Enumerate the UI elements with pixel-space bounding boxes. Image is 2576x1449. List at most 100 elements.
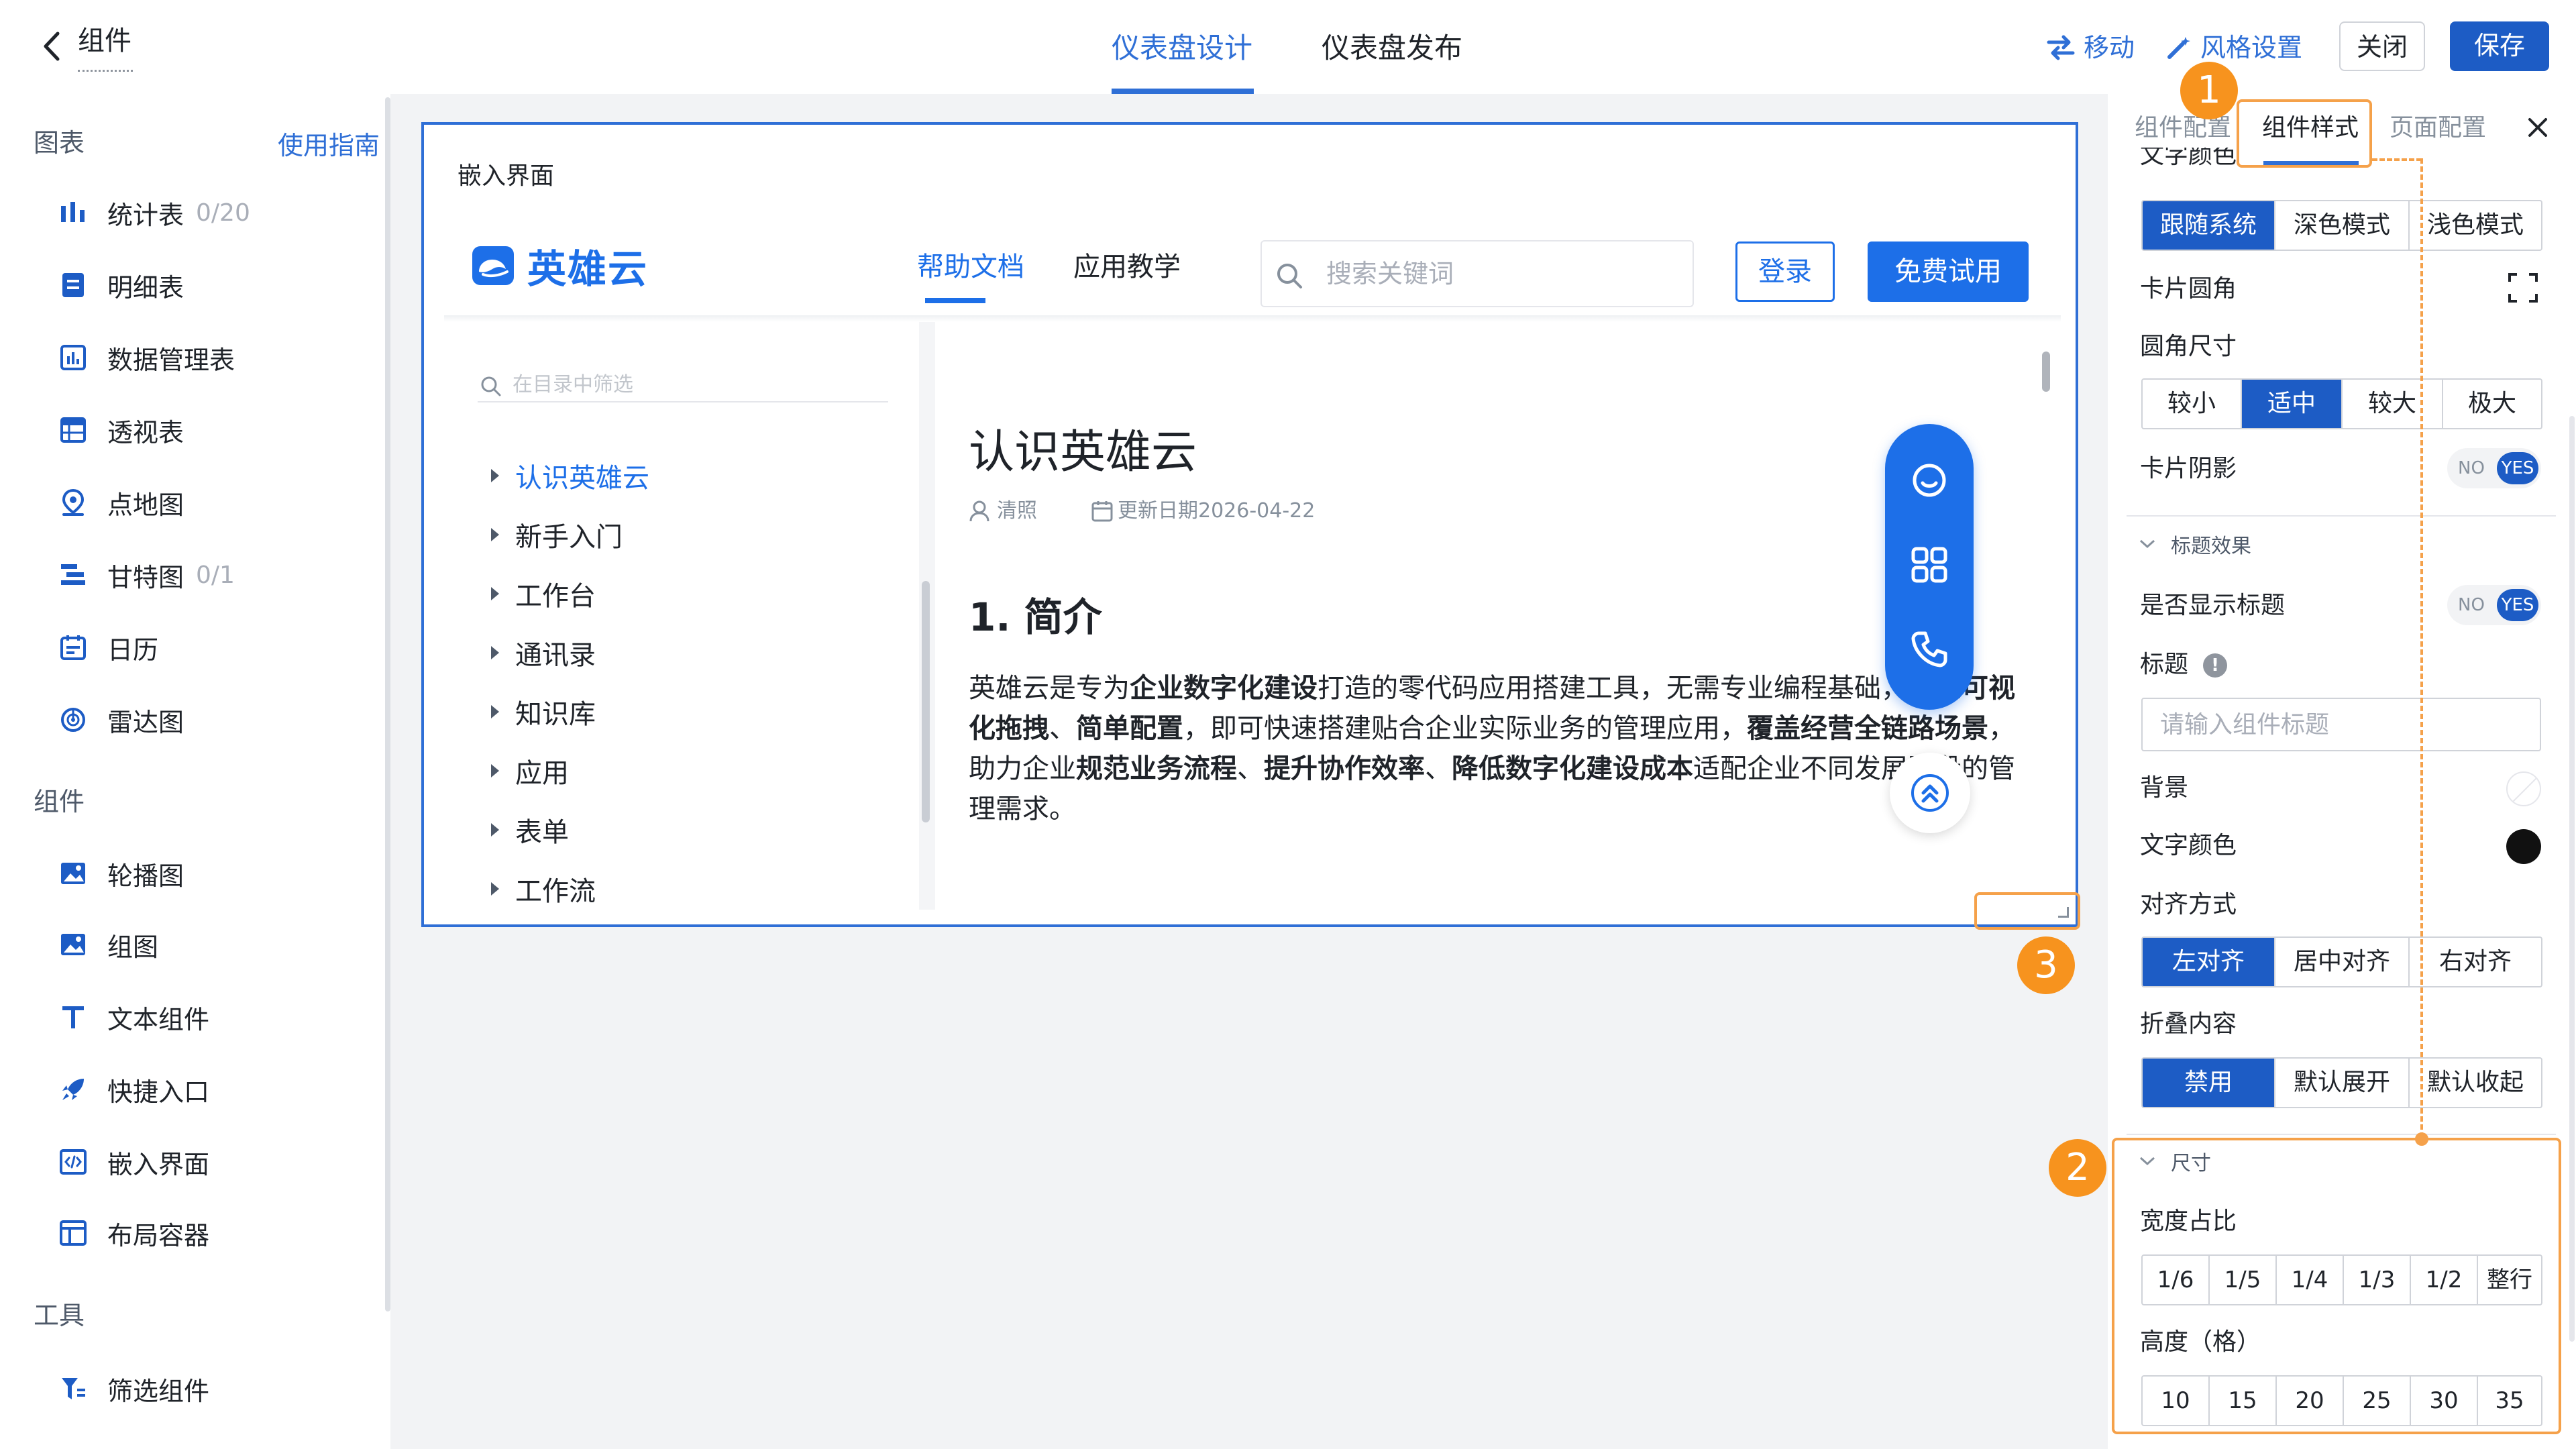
text-icon	[55, 999, 91, 1035]
option-light-mode[interactable]: 浅色模式	[2410, 201, 2541, 250]
back-to-top-button[interactable]	[1890, 753, 1970, 833]
option-fold-collapsed[interactable]: 默认收起	[2410, 1059, 2541, 1107]
sidebar-scrollbar[interactable]	[385, 97, 390, 1311]
sidebar-item-text[interactable]: 文本组件	[55, 997, 209, 1037]
info-icon[interactable]: !	[2203, 653, 2227, 678]
move-button[interactable]: 移动	[2046, 31, 2135, 64]
site-logo[interactable]: 英雄云	[471, 239, 648, 292]
embedded-website[interactable]: 英雄云 帮助文档 应用教学 搜索关键词 登录 免费试用 在目录中筛选 认识英雄云…	[444, 225, 2061, 910]
sidebar-item-label: 嵌入界面	[107, 1149, 210, 1179]
article-text-run: 覆盖	[1747, 713, 1801, 744]
back-chevron-icon[interactable]	[42, 31, 62, 62]
sidebar-item-radar[interactable]: 雷达图	[55, 700, 184, 740]
toc-item-label: 通讯录	[515, 640, 596, 671]
toggle-on-knob: YES	[2497, 589, 2538, 621]
show-title-toggle[interactable]: NO YES	[2447, 585, 2541, 625]
filter-icon	[55, 1371, 91, 1407]
sidebar-item-stat-table[interactable]: 统计表 0/20	[55, 193, 250, 233]
sidebar-item-detail-table[interactable]: 明细表	[55, 265, 184, 305]
annotation-box-style-tab	[2237, 99, 2372, 168]
card-shadow-toggle[interactable]: NO YES	[2447, 448, 2541, 488]
toc-item[interactable]: 应用	[491, 753, 569, 789]
title-label: 标题	[2140, 651, 2189, 678]
toc-item[interactable]: 工作流	[491, 871, 596, 907]
sidebar-item-carousel[interactable]: 轮播图	[55, 853, 184, 894]
option-radius-small[interactable]: 较小	[2143, 380, 2242, 428]
option-align-center[interactable]: 居中对齐	[2275, 938, 2410, 986]
option-fold-expanded[interactable]: 默认展开	[2275, 1059, 2410, 1107]
article-author: 清照	[969, 498, 1037, 525]
option-radius-large[interactable]: 较大	[2343, 380, 2443, 428]
article-text-run: 简单配置	[1076, 713, 1183, 744]
usage-count: 0/1	[196, 561, 235, 589]
sidebar-item-point-map[interactable]: 点地图	[55, 482, 184, 523]
toc-item[interactable]: 新手入门	[491, 517, 623, 553]
magic-wand-icon	[2167, 37, 2190, 59]
toc-item-label: 工作流	[515, 876, 596, 907]
style-settings-button[interactable]: 风格设置	[2165, 31, 2302, 64]
toc-filter-input[interactable]: 在目录中筛选	[478, 369, 888, 402]
toc-item-label: 工作台	[515, 581, 596, 612]
caret-right-icon	[491, 646, 499, 659]
sidebar-item-data-manage-table[interactable]: 数据管理表	[55, 337, 235, 378]
option-radius-xlarge[interactable]: 极大	[2443, 380, 2541, 428]
login-button[interactable]: 登录	[1735, 241, 1835, 302]
chat-bubble-icon[interactable]	[1909, 460, 1949, 500]
save-button[interactable]: 保存	[2450, 21, 2549, 71]
caret-right-icon	[491, 528, 499, 541]
sidebar-item-gantt[interactable]: 甘特图 0/1	[55, 555, 235, 595]
option-fold-disabled[interactable]: 禁用	[2143, 1059, 2275, 1107]
sidebar-item-image-group[interactable]: 组图	[55, 924, 158, 965]
option-align-left[interactable]: 左对齐	[2143, 938, 2275, 986]
usage-guide-link[interactable]: 使用指南	[278, 129, 380, 162]
annotation-box-resize	[1974, 892, 2080, 930]
site-nav-help-docs[interactable]: 帮助文档	[917, 250, 1024, 284]
sidebar-item-calendar[interactable]: 日历	[55, 627, 158, 667]
phone-icon[interactable]	[1909, 629, 1949, 669]
text-color-swatch[interactable]	[2506, 829, 2541, 864]
layout-container-icon	[55, 1215, 91, 1251]
option-align-right[interactable]: 右对齐	[2410, 938, 2541, 986]
gantt-icon	[55, 557, 91, 593]
card-radius-label: 卡片圆角	[2140, 275, 2237, 303]
toc-scrollbar[interactable]	[922, 581, 930, 822]
toc-item[interactable]: 工作台	[491, 576, 596, 612]
component-title-input[interactable]: 请输入组件标题	[2141, 698, 2541, 751]
tab-dashboard-publish[interactable]: 仪表盘发布	[1322, 30, 1462, 97]
site-search-input[interactable]: 搜索关键词	[1260, 240, 1694, 307]
title-effect-section[interactable]: 标题效果	[2139, 527, 2251, 561]
toc-item[interactable]: 认识英雄云	[491, 458, 649, 494]
sidebar-item-embed[interactable]: 嵌入界面	[55, 1142, 209, 1182]
article-updated: 更新日期2026-04-22	[1091, 498, 1315, 525]
close-icon[interactable]	[2524, 114, 2551, 141]
carousel-image-icon	[55, 855, 91, 892]
tab-dashboard-design[interactable]: 仪表盘设计	[1112, 30, 1252, 97]
search-placeholder: 搜索关键词	[1326, 259, 1454, 288]
option-follow-system[interactable]: 跟随系统	[2143, 201, 2275, 250]
section-divider	[2127, 515, 2556, 517]
article-scrollbar[interactable]	[2042, 352, 2050, 392]
article-text-run: 全链路场景	[1854, 713, 1988, 744]
option-dark-mode[interactable]: 深色模式	[2275, 201, 2410, 250]
panel-scrollbar[interactable]	[2569, 416, 2575, 1342]
background-color-swatch[interactable]	[2506, 771, 2541, 806]
fullscreen-icon[interactable]	[2508, 272, 2538, 303]
close-button[interactable]: 关闭	[2339, 21, 2425, 71]
toc-item[interactable]: 通讯录	[491, 635, 596, 671]
sidebar-item-shortcut[interactable]: 快捷入口	[55, 1069, 209, 1110]
site-nav-indicator	[925, 298, 985, 303]
toc-item[interactable]: 知识库	[491, 694, 596, 730]
apps-grid-icon[interactable]	[1909, 545, 1949, 585]
option-radius-medium[interactable]: 适中	[2242, 380, 2343, 428]
tab-page-config[interactable]: 页面配置	[2390, 111, 2486, 145]
radar-icon	[55, 702, 91, 738]
site-header-shadow	[444, 315, 2061, 322]
toc-item[interactable]: 表单	[491, 812, 569, 848]
sidebar-item-pivot-table[interactable]: 透视表	[55, 410, 184, 450]
embed-component-card[interactable]: 嵌入界面 英雄云 帮助文档 应用教学 搜索关键词 登录 免费试用 在目录中筛选 …	[421, 122, 2078, 927]
free-trial-button[interactable]: 免费试用	[1868, 241, 2029, 302]
toc-item-label: 新手入门	[515, 522, 623, 553]
site-nav-tutorials[interactable]: 应用教学	[1073, 250, 1181, 284]
sidebar-item-layout-container[interactable]: 布局容器	[55, 1213, 209, 1253]
sidebar-item-filter[interactable]: 筛选组件	[55, 1368, 209, 1409]
